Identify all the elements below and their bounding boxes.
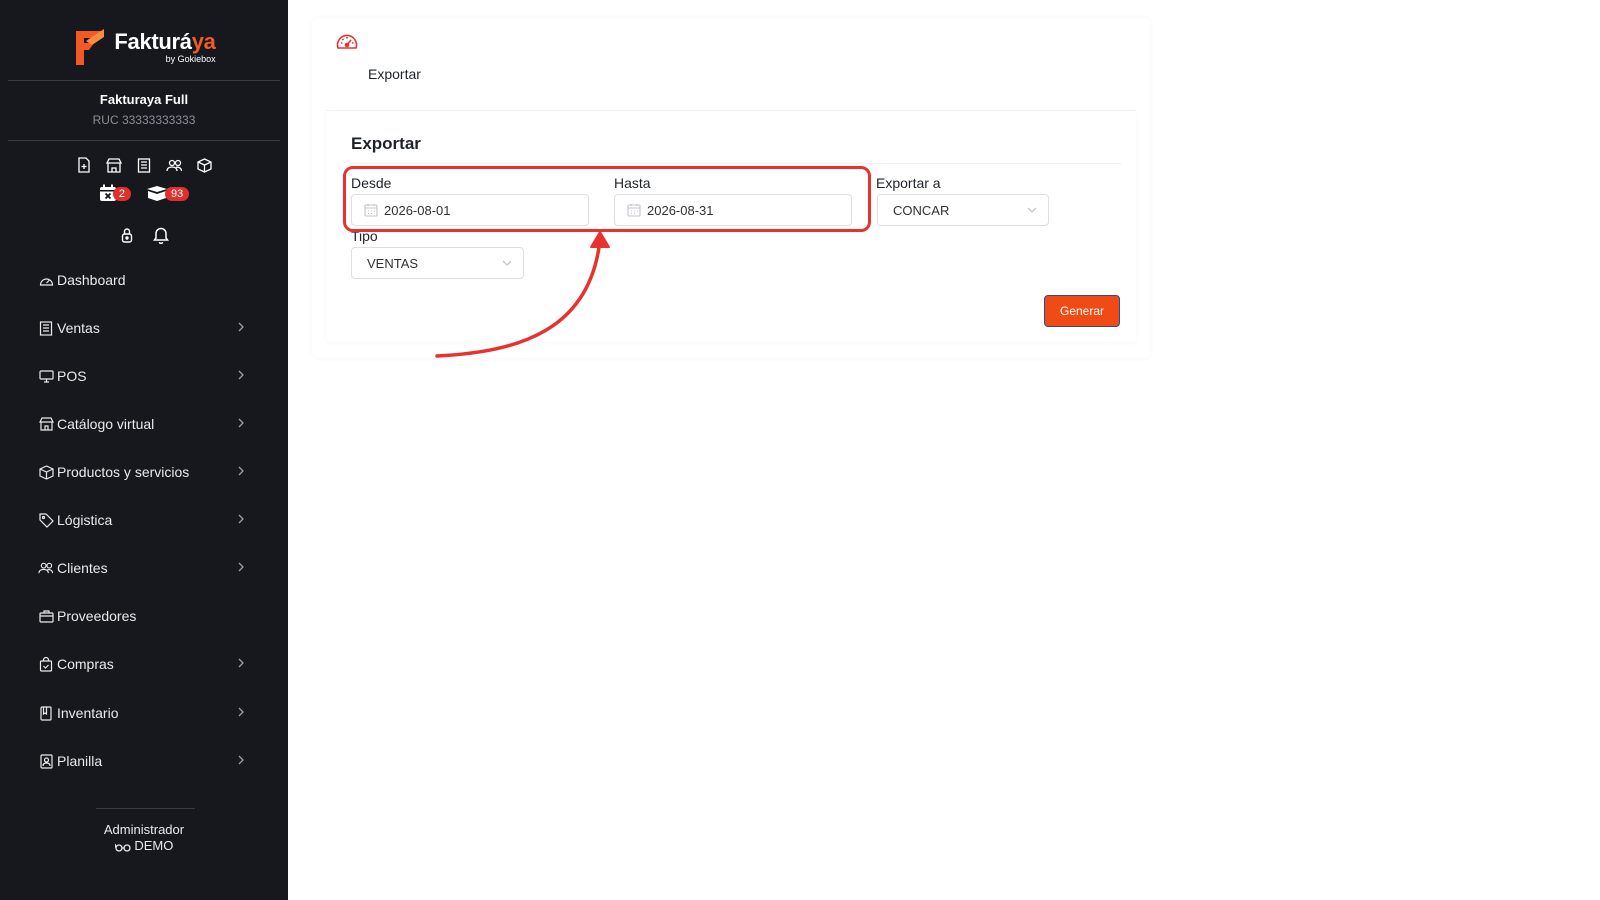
tipo-value: VENTAS: [367, 255, 419, 271]
sidebar-item-label: Inventario: [57, 705, 119, 721]
sidebar: Fakturáya by Gokiebox Fakturaya Full RUC…: [0, 0, 288, 900]
company-name: Fakturaya Full: [99, 92, 189, 107]
sidebar-item-dashboard[interactable]: Dashboard: [38, 266, 248, 294]
box-icon[interactable]: [195, 156, 213, 174]
sidebar-item-label: Ventas: [57, 320, 100, 336]
tipo-label: Tipo: [351, 228, 378, 244]
lock-icon[interactable]: [118, 226, 136, 244]
exportar-a-label: Exportar a: [876, 175, 941, 191]
ventas-icon: [38, 320, 54, 336]
glasses-icon: [114, 843, 131, 852]
sidebar-item-catalogo-virtual[interactable]: Catálogo virtual: [38, 410, 248, 438]
calendar-icon: [627, 204, 641, 217]
calendar-count-badge: 2: [112, 187, 131, 201]
divider: [8, 140, 280, 141]
users-icon[interactable]: [165, 156, 183, 174]
book-icon: [38, 705, 54, 721]
brand-name: Fakturáya: [114, 28, 216, 54]
dashboard-icon: [38, 272, 54, 288]
briefcase-icon: [38, 608, 54, 624]
exportar-a-select[interactable]: CONCAR: [877, 194, 1049, 226]
sidebar-item-label: Dashboard: [57, 272, 126, 288]
hasta-value: 2026-08-31: [647, 202, 714, 218]
user-name: DEMO: [134, 838, 174, 853]
chevron-right-icon: [234, 368, 248, 382]
generar-button[interactable]: Generar: [1044, 295, 1120, 327]
box-icon: [38, 464, 54, 480]
company-info: Fakturaya Full RUC 33333333333: [0, 92, 288, 127]
sidebar-item-productos-y-servicios[interactable]: Productos y servicios: [38, 458, 248, 486]
sidebar-item-label: Proveedores: [57, 608, 137, 624]
sidebar-item-pos[interactable]: POS: [38, 362, 248, 390]
user-actions: [0, 226, 288, 244]
calendar-alerts[interactable]: 2: [99, 184, 131, 202]
chevron-right-icon: [234, 320, 248, 334]
chevron-right-icon: [234, 705, 248, 719]
sidebar-item-logistica[interactable]: Lógistica: [38, 506, 248, 534]
sidebar-item-inventario[interactable]: Inventario: [38, 699, 248, 727]
bell-icon[interactable]: [152, 226, 170, 244]
chevron-right-icon: [234, 753, 248, 767]
sidebar-item-label: Planilla: [57, 753, 103, 769]
tag-icon: [38, 512, 54, 528]
divider: [96, 808, 195, 809]
company-ruc: RUC 33333333333: [92, 113, 196, 127]
chevron-right-icon: [234, 560, 248, 574]
divider: [8, 80, 280, 81]
shopping-bag-icon: [38, 656, 54, 672]
desde-date-input[interactable]: 2026-08-01: [351, 194, 589, 226]
sidebar-item-label: POS: [57, 368, 87, 384]
sidebar-item-label: Lógistica: [57, 512, 113, 528]
user-info[interactable]: Administrador DEMO: [0, 822, 288, 854]
boxes-count-badge: 93: [164, 187, 190, 201]
tipo-select[interactable]: VENTAS: [351, 247, 524, 279]
receipt-list-icon[interactable]: [135, 156, 153, 174]
chevron-down-icon: [1027, 207, 1037, 213]
chevron-down-icon: [502, 260, 512, 266]
calendar-icon: [364, 204, 378, 217]
notification-badges: 2 93: [0, 184, 288, 202]
sidebar-item-label: Productos y servicios: [57, 464, 190, 480]
chevron-right-icon: [234, 464, 248, 478]
monitor-icon: [38, 368, 54, 384]
sidebar-item-label: Catálogo virtual: [57, 416, 155, 432]
brand-subtitle: by Gokiebox: [165, 53, 216, 64]
id-card-icon: [38, 753, 54, 769]
store-icon[interactable]: [105, 156, 123, 174]
chevron-right-icon: [234, 416, 248, 430]
new-document-icon[interactable]: [75, 156, 93, 174]
desde-label: Desde: [351, 175, 392, 191]
form-title: Exportar: [351, 134, 421, 153]
user-role: Administrador: [103, 822, 185, 837]
hasta-date-input[interactable]: 2026-08-31: [614, 194, 852, 226]
user-name-row: DEMO: [0, 838, 288, 854]
brand-logo-icon: [76, 29, 105, 65]
sidebar-item-proveedores[interactable]: Proveedores: [38, 602, 248, 630]
exportar-a-value: CONCAR: [893, 202, 950, 218]
sidebar-item-compras[interactable]: Compras: [38, 650, 248, 678]
brand-logo[interactable]: Fakturáya by Gokiebox: [0, 20, 288, 74]
divider: [351, 163, 1121, 164]
sidebar-item-planilla[interactable]: Planilla: [38, 747, 248, 775]
chevron-right-icon: [234, 512, 248, 526]
page-title: Exportar: [368, 66, 421, 82]
divider: [326, 110, 1136, 111]
sidebar-item-label: Compras: [57, 656, 114, 672]
chevron-right-icon: [234, 656, 248, 670]
dashboard-gauge-icon: [336, 34, 358, 49]
sidebar-item-clientes[interactable]: Clientes: [38, 554, 248, 582]
users-icon: [38, 560, 54, 576]
hasta-label: Hasta: [614, 175, 651, 191]
store-icon: [38, 416, 54, 432]
sidebar-item-ventas[interactable]: Ventas: [38, 314, 248, 342]
desde-value: 2026-08-01: [384, 202, 451, 218]
export-form-card: [326, 112, 1136, 342]
boxes-alerts[interactable]: 93: [145, 184, 190, 202]
sidebar-item-label: Clientes: [57, 560, 108, 576]
quick-access-icons: [0, 156, 288, 174]
